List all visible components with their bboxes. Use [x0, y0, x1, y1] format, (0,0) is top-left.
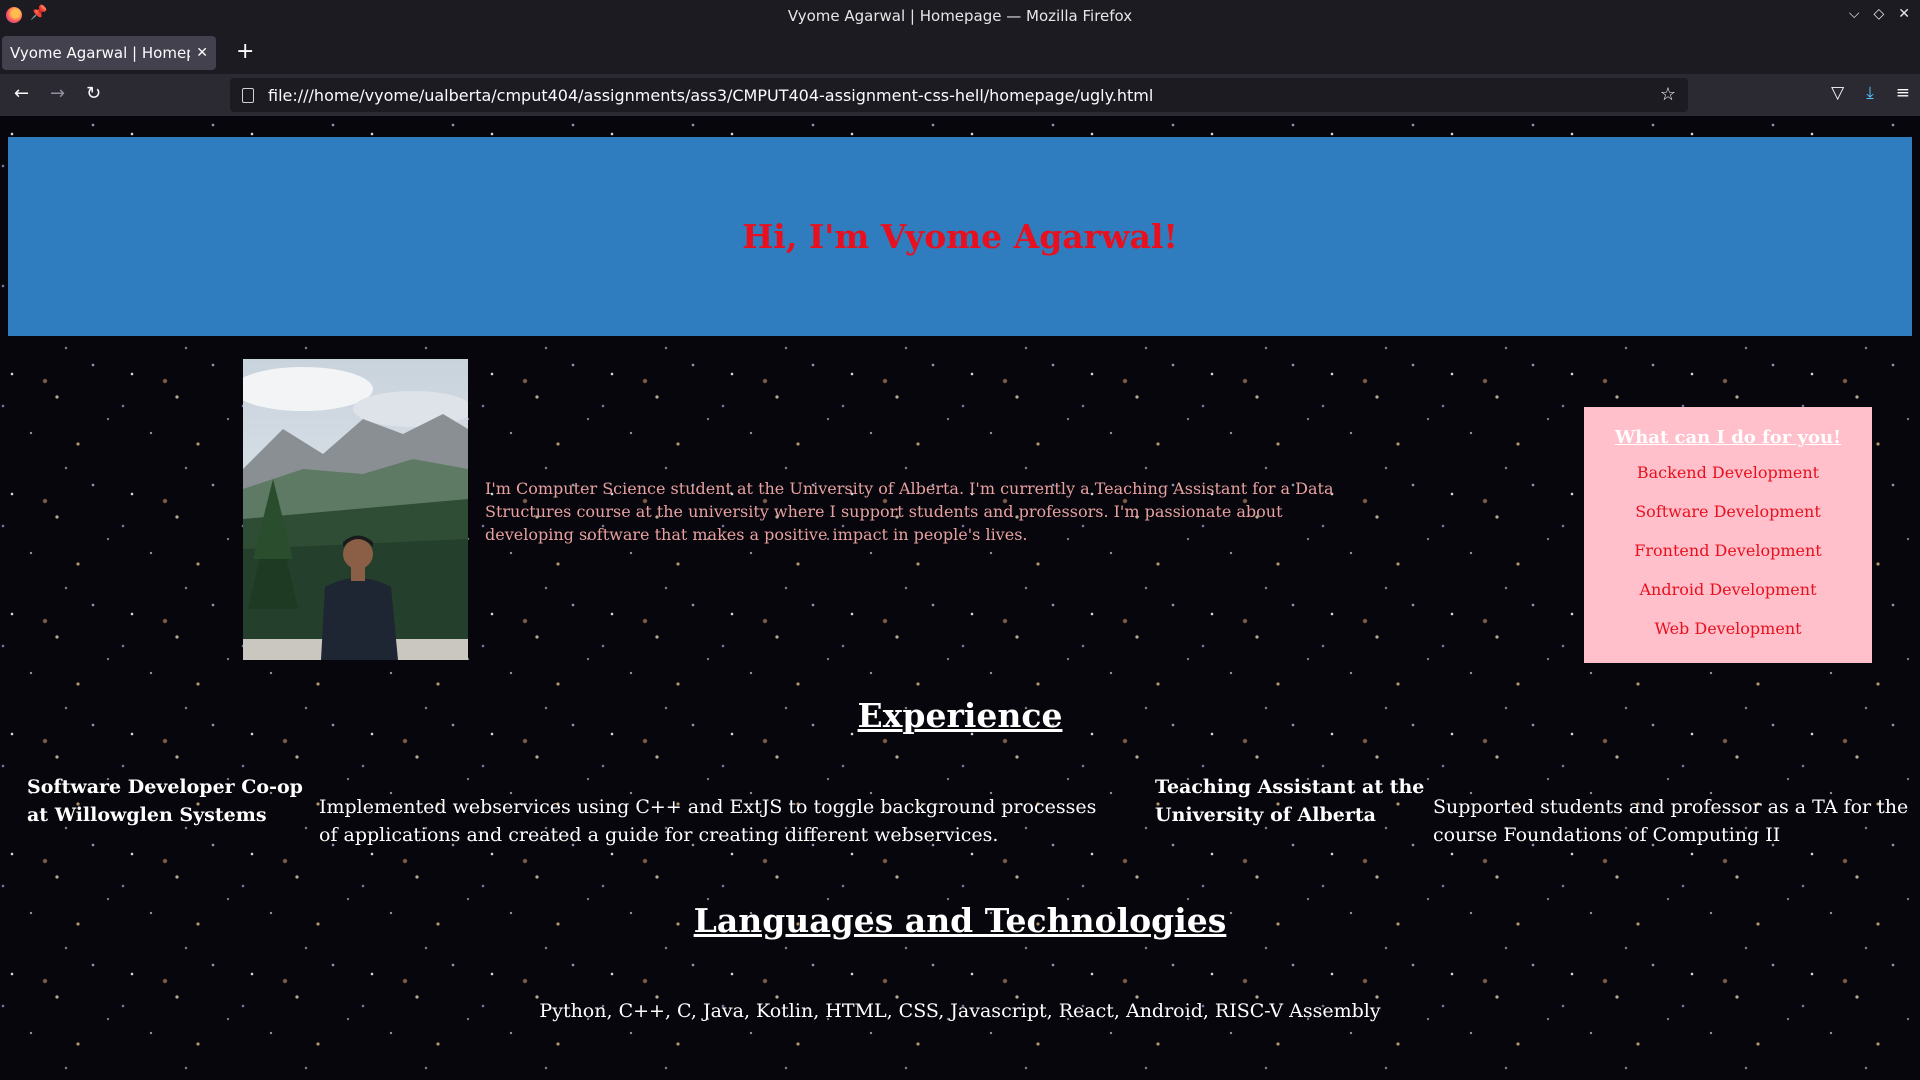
window-titlebar: 📌 Vyome Agarwal | Homepage — Mozilla Fir…	[0, 0, 1920, 32]
new-tab-icon[interactable]: +	[236, 40, 254, 64]
menu-icon[interactable]: ≡	[1896, 83, 1910, 103]
reload-icon[interactable]: ↻	[86, 83, 101, 104]
job-description: Supported students and professor as a TA…	[1433, 796, 1909, 846]
maximize-icon[interactable]: ◇	[1873, 6, 1884, 22]
tab-bar: Vyome Agarwal | Homepage ✕ +	[0, 32, 1920, 74]
job-role: Teaching Assistant at the University of …	[1155, 776, 1425, 826]
profile-photo	[243, 359, 468, 660]
page-title: Hi, I'm Vyome Agarwal!	[742, 217, 1178, 256]
job-description: Implemented webservices using C++ and Ex…	[319, 796, 1097, 846]
close-window-icon[interactable]: ✕	[1898, 6, 1910, 22]
languages-heading: Languages and Technologies	[693, 901, 1227, 940]
forward-icon[interactable]: →	[50, 83, 65, 104]
services-list: Backend Development Software Development…	[1584, 462, 1872, 657]
service-item: Frontend Development	[1634, 541, 1822, 560]
services-title: What can I do for you!	[1614, 427, 1842, 448]
languages-list: Python, C++, C, Java, Kotlin, HTML, CSS,…	[539, 1000, 1381, 1022]
page-icon	[242, 87, 254, 103]
bookmark-star-icon[interactable]: ☆	[1660, 84, 1676, 105]
tab-label: Vyome Agarwal | Homepage	[10, 44, 190, 62]
close-tab-icon[interactable]: ✕	[196, 45, 208, 61]
job-role: Software Developer Co-op at Willowglen S…	[27, 776, 303, 826]
navigation-toolbar: ← → ↻ file:///home/vyome/ualberta/cmput4…	[0, 74, 1920, 116]
window-title: Vyome Agarwal | Homepage — Mozilla Firef…	[787, 7, 1133, 25]
pocket-icon[interactable]: ▽	[1831, 83, 1844, 103]
url-bar[interactable]: file:///home/vyome/ualberta/cmput404/ass…	[230, 78, 1688, 112]
service-item: Software Development	[1635, 502, 1821, 521]
downloads-icon[interactable]: ⤓	[1866, 83, 1874, 103]
minimize-icon[interactable]: ⌵	[1849, 6, 1860, 22]
service-item: Backend Development	[1636, 463, 1820, 482]
tab-homepage[interactable]: Vyome Agarwal | Homepage ✕	[2, 36, 216, 70]
service-item: Android Development	[1639, 580, 1817, 599]
hero-banner: Hi, I'm Vyome Agarwal!	[8, 137, 1912, 336]
page-content: Hi, I'm Vyome Agarwal! I'm Computer Scie…	[0, 116, 1920, 1080]
services-card: What can I do for you! Backend Developme…	[1584, 407, 1872, 663]
url-text: file:///home/vyome/ualberta/cmput404/ass…	[268, 85, 1154, 105]
back-icon[interactable]: ←	[14, 83, 29, 104]
bio-text: I'm Computer Science student at the Univ…	[485, 479, 1334, 544]
service-item: Web Development	[1654, 619, 1802, 638]
experience-heading: Experience	[857, 696, 1063, 735]
